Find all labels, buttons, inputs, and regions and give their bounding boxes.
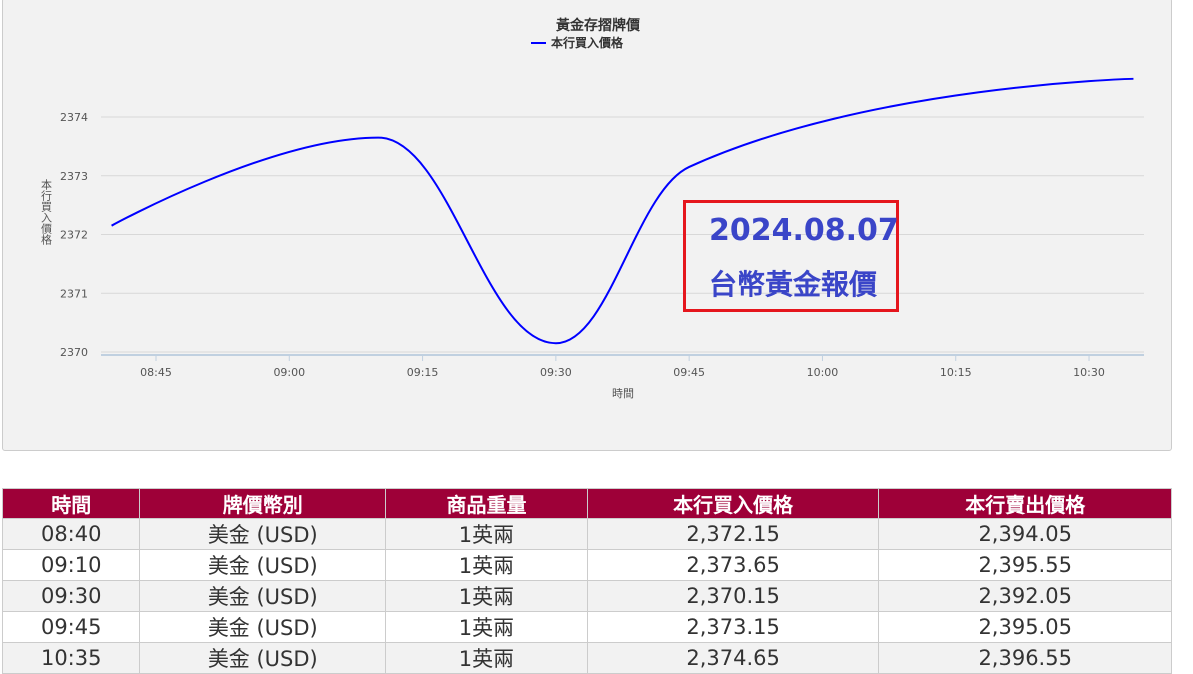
table-cell: 2,373.15 xyxy=(586,611,880,643)
table-cell: 2,392.05 xyxy=(878,580,1172,612)
legend-label: 本行買入價格 xyxy=(551,35,624,50)
table-row: 10:35 美金 (USD) 1英兩 2,374.65 2,396.55 xyxy=(1,642,1172,674)
table-cell: 2,370.15 xyxy=(586,580,880,612)
table-cell: 美金 (USD) xyxy=(139,642,387,674)
y-axis-title: 本行買入價格 xyxy=(40,178,53,246)
table-cell: 2,394.05 xyxy=(878,518,1172,550)
column-header: 時間 xyxy=(1,488,141,519)
y-tick-label: 2371 xyxy=(60,287,88,300)
table-cell: 美金 (USD) xyxy=(139,611,387,643)
y-tick-label: 2370 xyxy=(60,346,88,359)
annotation-label: 台幣黃金報價 xyxy=(709,268,878,301)
table-row: 09:45 美金 (USD) 1英兩 2,373.15 2,395.05 xyxy=(1,611,1172,643)
y-tick-label: 2372 xyxy=(60,229,88,242)
x-tick-label: 09:15 xyxy=(407,366,439,379)
column-header: 本行買入價格 xyxy=(586,488,880,519)
x-tick-label: 09:00 xyxy=(273,366,305,379)
y-tick-label: 2374 xyxy=(60,111,88,124)
x-tick-label: 10:30 xyxy=(1073,366,1105,379)
chart-title: 黃金存摺牌價 xyxy=(555,17,641,34)
x-tick-label: 10:15 xyxy=(940,366,972,379)
y-tick-label: 2373 xyxy=(60,170,88,183)
table-cell: 10:35 xyxy=(1,642,141,674)
price-table: 時間 牌價幣別 商品重量 本行買入價格 本行賣出價格 08:40 美金 (USD) 1英兩 2… xyxy=(1,488,1172,674)
table-cell: 美金 (USD) xyxy=(139,549,387,581)
column-header: 商品重量 xyxy=(385,488,588,519)
table-cell: 2,395.55 xyxy=(878,549,1172,581)
table-cell: 1英兩 xyxy=(385,642,588,674)
table-cell: 1英兩 xyxy=(385,549,588,581)
table-cell: 2,396.55 xyxy=(878,642,1172,674)
table-row: 09:30 美金 (USD) 1英兩 2,370.15 2,392.05 xyxy=(1,580,1172,612)
x-axis-title: 時間 xyxy=(612,387,634,400)
x-tick-label: 09:30 xyxy=(540,366,572,379)
table-cell: 08:40 xyxy=(1,518,141,550)
series-line-本行買入價格 xyxy=(111,77,1134,345)
table-cell: 1英兩 xyxy=(385,580,588,612)
x-tick-label: 08:45 xyxy=(140,366,172,379)
table-cell: 09:45 xyxy=(1,611,141,643)
table-header: 時間 牌價幣別 商品重量 本行買入價格 本行賣出價格 xyxy=(1,488,1172,519)
column-header: 牌價幣別 xyxy=(139,488,387,519)
chart-container: 黃金存摺牌價 本行買入價格 2370 2371 2372 2373 2374 08:45 09:… xyxy=(2,0,1172,451)
column-header: 本行賣出價格 xyxy=(878,488,1172,519)
annotation-box: 2024.08.07 台幣黃金報價 xyxy=(683,200,899,312)
table-row: 08:40 美金 (USD) 1英兩 2,372.15 2,394.05 xyxy=(1,518,1172,550)
table-row: 09:10 美金 (USD) 1英兩 2,373.65 2,395.55 xyxy=(1,549,1172,581)
table-cell: 09:30 xyxy=(1,580,141,612)
table-cell: 美金 (USD) xyxy=(139,580,387,612)
table-cell: 美金 (USD) xyxy=(139,518,387,550)
table-cell: 2,374.65 xyxy=(586,642,880,674)
table-cell: 1英兩 xyxy=(385,611,588,643)
table-cell: 09:10 xyxy=(1,549,141,581)
table-cell: 1英兩 xyxy=(385,518,588,550)
x-tick-label: 10:00 xyxy=(807,366,839,379)
annotation-date: 2024.08.07 xyxy=(709,213,899,248)
x-tick-label: 09:45 xyxy=(673,366,705,379)
table-cell: 2,372.15 xyxy=(586,518,880,550)
line-chart: 黃金存摺牌價本行買入價格2370237123722373237408:45 09:… xyxy=(40,17,1144,400)
table-cell: 2,373.65 xyxy=(586,549,880,581)
table-cell: 2,395.05 xyxy=(878,611,1172,643)
